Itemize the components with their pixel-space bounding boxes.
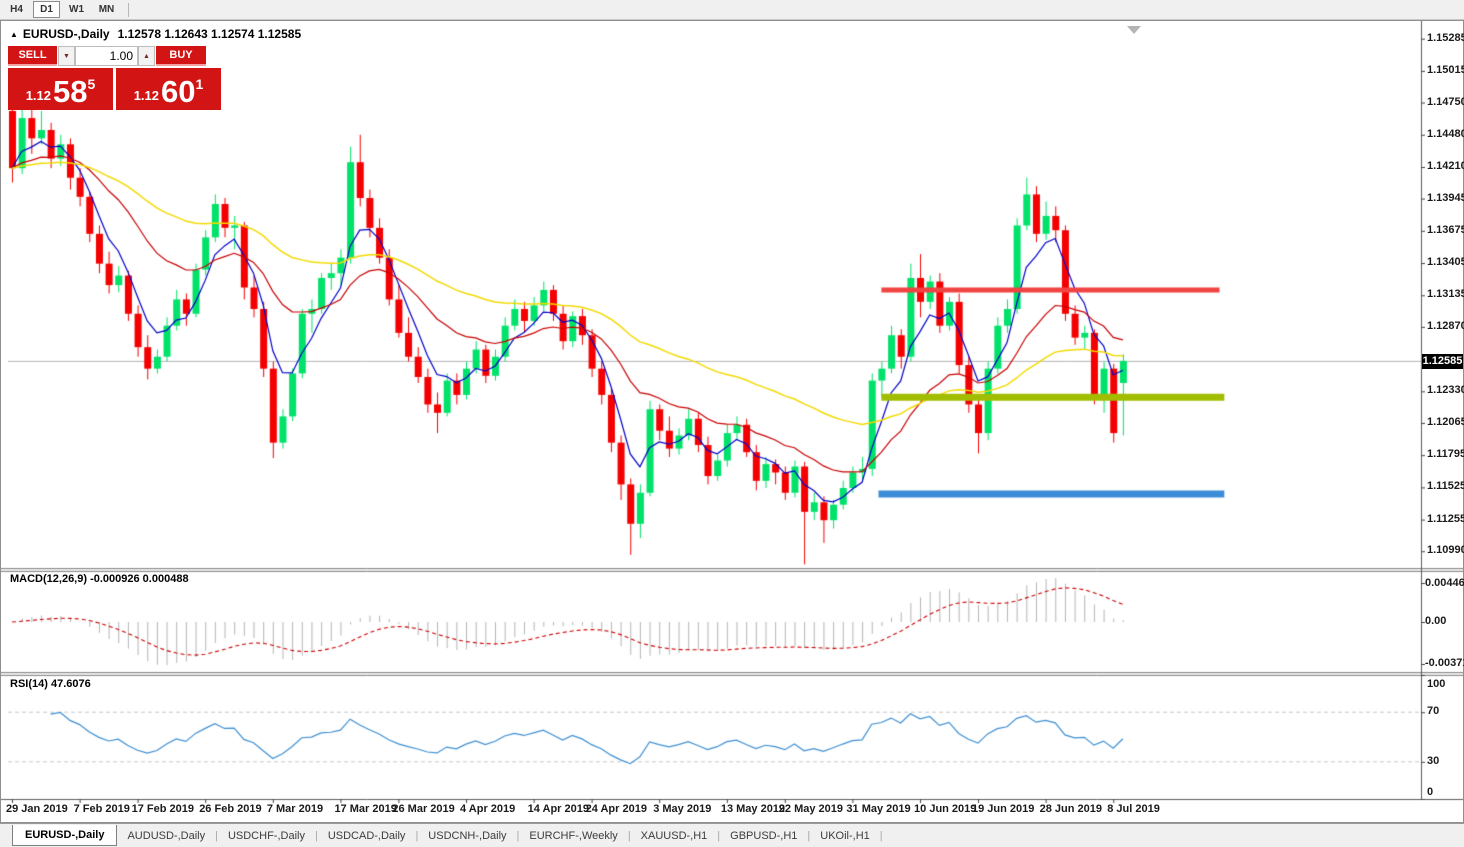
chart-quote-ohlc: 1.12578 1.12643 1.12574 1.12585 (118, 27, 302, 41)
timeframe-button-d1[interactable]: D1 (33, 1, 60, 18)
triangle-down-icon: ▼ (63, 53, 70, 60)
timeframe-toolbar: H4D1W1MN (0, 0, 1464, 20)
buy-price-big: 60 (161, 77, 195, 107)
timeframe-button-w1[interactable]: W1 (63, 1, 90, 18)
chart-tab[interactable]: UKOil-,H1 (810, 827, 880, 845)
buy-price-display[interactable]: 1.12 60 1 (116, 68, 221, 110)
current-price-tag: 1.12585 (1422, 354, 1463, 369)
rsi-indicator-label: RSI(14) 47.6076 (10, 678, 91, 690)
chart-tab[interactable]: EURUSD-,Daily (12, 825, 117, 846)
triangle-up-icon: ▲ (143, 53, 150, 60)
volume-input[interactable] (75, 46, 138, 66)
volume-increase-button[interactable]: ▲ (138, 46, 155, 66)
buy-price-base: 1.12 (134, 88, 159, 103)
chart-header: ▲ EURUSD-,Daily 1.12578 1.12643 1.12574 1.… (10, 27, 301, 41)
macd-indicator-label: MACD(12,26,9) -0.000926 0.000488 (10, 573, 189, 585)
chart-tab[interactable]: GBPUSD-,H1 (720, 827, 807, 845)
sell-price-display[interactable]: 1.12 58 5 (8, 68, 113, 110)
chart-tab[interactable]: USDCAD-,Daily (318, 827, 416, 845)
chart-tab[interactable]: EURCHF-,Weekly (519, 827, 627, 845)
collapse-triangle-icon[interactable]: ▲ (10, 30, 18, 39)
tab-separator: | (880, 830, 883, 842)
sell-button[interactable]: SELL (8, 46, 57, 66)
trade-controls-row: SELL ▼ ▲ BUY (8, 46, 221, 66)
timeframe-button-h4[interactable]: H4 (3, 1, 30, 18)
one-click-trading-panel: SELL ▼ ▲ BUY 1.12 58 5 (8, 46, 221, 110)
toolbar-separator (128, 3, 129, 17)
sell-price-pip: 5 (88, 76, 96, 92)
chart-window: ▲ EURUSD-,Daily 1.12578 1.12643 1.12574 1.… (0, 20, 1464, 823)
chart-canvas[interactable] (1, 21, 1463, 822)
buy-button[interactable]: BUY (156, 46, 206, 66)
sell-price-big: 58 (53, 77, 87, 107)
scroll-to-end-marker[interactable] (1127, 26, 1141, 34)
application-root: H4D1W1MN ▲ EURUSD-,Daily 1.12578 1.12643 1… (0, 0, 1464, 847)
chart-tab[interactable]: XAUUSD-,H1 (631, 827, 718, 845)
chart-tab[interactable]: USDCHF-,Daily (218, 827, 315, 845)
trade-prices-row: 1.12 58 5 1.12 60 1 (8, 68, 221, 110)
buy-price-pip: 1 (196, 76, 204, 92)
sell-price-base: 1.12 (26, 88, 51, 103)
chart-tab-bar: EURUSD-,DailyAUDUSD-,Daily | USDCHF-,Daily… (0, 823, 1464, 847)
timeframe-button-mn[interactable]: MN (93, 1, 120, 18)
chart-tab[interactable]: AUDUSD-,Daily (117, 827, 215, 845)
volume-decrease-button[interactable]: ▼ (58, 46, 75, 66)
chart-symbol-period: EURUSD-,Daily (23, 27, 110, 41)
chart-tab[interactable]: USDCNH-,Daily (418, 827, 516, 845)
